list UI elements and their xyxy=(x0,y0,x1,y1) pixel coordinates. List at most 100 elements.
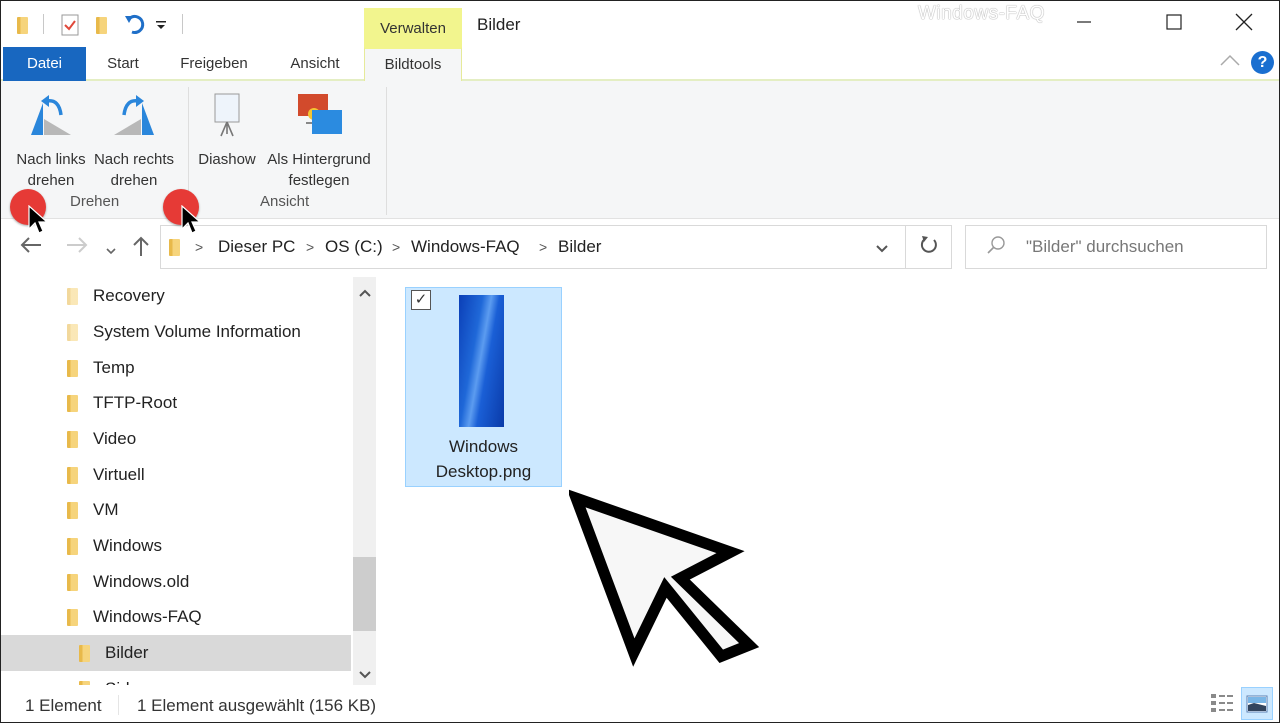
rotate-right-button[interactable]: Nach rechts drehen xyxy=(91,87,177,191)
nav-item-recovery[interactable]: Recovery xyxy=(1,278,351,314)
rotate-left-label-2: drehen xyxy=(27,172,75,189)
nav-item-label: Recovery xyxy=(93,286,165,305)
nav-item-virtuell[interactable]: Virtuell xyxy=(1,457,351,493)
address-history-chevron-icon[interactable] xyxy=(875,241,889,259)
folder-icon xyxy=(67,323,78,341)
folder-icon xyxy=(67,573,78,591)
properties-icon[interactable] xyxy=(61,13,79,37)
folder-icon xyxy=(67,466,78,484)
slideshow-button[interactable]: Diashow xyxy=(195,87,259,170)
nav-item-bilder[interactable]: Bilder xyxy=(1,635,351,671)
nav-item-label: Bilder xyxy=(105,643,149,662)
nav-item-label: TFTP-Root xyxy=(93,393,178,412)
nav-pane-scrollbar[interactable] xyxy=(353,277,376,685)
set-background-label-2: festlegen xyxy=(288,172,350,189)
slideshow-icon xyxy=(195,87,259,143)
nav-item-system-volume-information[interactable]: System Volume Information xyxy=(1,314,351,350)
up-arrow-icon[interactable] xyxy=(131,235,151,263)
refresh-button[interactable] xyxy=(906,225,952,269)
cursor-icon xyxy=(28,205,48,234)
group-label-drehen: Drehen xyxy=(70,193,120,210)
breadcrumb-separator: > xyxy=(539,239,548,255)
folder-icon xyxy=(17,13,28,37)
breadcrumb-separator: > xyxy=(392,239,401,255)
image-thumbnail xyxy=(459,295,504,427)
tab-datei[interactable]: Datei xyxy=(3,47,86,81)
folder-icon xyxy=(67,394,78,412)
nav-item-vm[interactable]: VM xyxy=(1,492,351,528)
qat-separator xyxy=(182,14,183,34)
selection-info: 1 Element ausgewählt (156 KB) xyxy=(137,696,377,715)
scroll-down-icon[interactable] xyxy=(358,667,372,685)
qat-separator xyxy=(43,14,44,34)
rotate-left-button[interactable]: Nach links drehen xyxy=(11,87,91,191)
tab-start[interactable]: Start xyxy=(91,47,155,81)
rotate-right-label-2: drehen xyxy=(110,172,158,189)
rotate-right-icon xyxy=(91,87,177,143)
folder-icon xyxy=(169,239,180,256)
scroll-up-icon[interactable] xyxy=(358,285,372,303)
window-title: Bilder xyxy=(477,15,521,34)
nav-item-label: Windows.old xyxy=(93,572,190,591)
search-icon xyxy=(986,235,1006,260)
nav-item-label: Virtuell xyxy=(93,465,145,484)
file-name: Windows Desktop.png xyxy=(406,434,561,484)
nav-item-windows-old[interactable]: Windows.old xyxy=(1,564,351,600)
nav-item-windows[interactable]: Windows xyxy=(1,528,351,564)
tab-bildtools[interactable]: Bildtools xyxy=(364,47,462,83)
nav-item-windows-faq[interactable]: Windows-FAQ xyxy=(1,599,351,635)
folder-icon xyxy=(79,644,90,662)
nav-item-temp[interactable]: Temp xyxy=(1,350,351,386)
search-placeholder: "Bilder" durchsuchen xyxy=(1026,237,1184,256)
group-separator xyxy=(386,87,387,215)
forward-arrow-icon[interactable] xyxy=(65,235,89,261)
chevron-up-icon[interactable] xyxy=(1219,53,1241,72)
help-icon[interactable]: ? xyxy=(1251,51,1274,74)
rotate-left-icon xyxy=(11,87,91,143)
close-button[interactable] xyxy=(1221,1,1267,47)
nav-item-label: VM xyxy=(93,500,119,519)
minimize-button[interactable] xyxy=(1061,1,1107,47)
title-bar: Verwalten Bilder Windows-FAQ xyxy=(1,1,1279,47)
nav-item-label: Windows xyxy=(93,536,162,555)
item-checkbox[interactable]: ✓ xyxy=(411,290,431,310)
customize-dropdown-icon[interactable] xyxy=(156,13,166,37)
nav-item-video[interactable]: Video xyxy=(1,421,351,457)
new-folder-icon[interactable] xyxy=(96,13,107,37)
address-bar[interactable]: > Dieser PC > OS (C:) > Windows-FAQ > Bi… xyxy=(160,225,906,269)
scrollbar-thumb[interactable] xyxy=(353,557,376,631)
breadcrumb-dieser-pc[interactable]: Dieser PC xyxy=(218,237,295,257)
breadcrumb-bilder[interactable]: Bilder xyxy=(558,237,601,257)
recent-locations-icon[interactable] xyxy=(105,239,117,262)
details-view-icon[interactable] xyxy=(1209,691,1235,720)
file-list: ✓ Windows Desktop.png xyxy=(379,277,1279,685)
tab-freigeben[interactable]: Freigeben xyxy=(169,47,259,81)
set-background-button[interactable]: Als Hintergrund festlegen xyxy=(261,87,377,191)
ribbon-tabs: Datei Start Freigeben Ansicht Bildtools … xyxy=(1,47,1279,83)
maximize-button[interactable] xyxy=(1151,1,1197,47)
breadcrumb-windows-faq[interactable]: Windows-FAQ xyxy=(411,237,520,257)
breadcrumb-os-c[interactable]: OS (C:) xyxy=(325,237,383,257)
file-name-line-2: Desktop.png xyxy=(435,462,532,481)
nav-item-tftp-root[interactable]: TFTP-Root xyxy=(1,385,351,421)
large-cursor-pointer-icon xyxy=(569,489,760,667)
search-box[interactable]: "Bilder" durchsuchen xyxy=(965,225,1267,269)
back-arrow-icon[interactable] xyxy=(19,235,43,261)
folder-icon xyxy=(67,501,78,519)
maximize-icon xyxy=(1166,13,1182,35)
status-separator xyxy=(118,695,119,715)
file-name-line-1: Windows xyxy=(449,437,518,456)
tab-ansicht[interactable]: Ansicht xyxy=(277,47,353,81)
breadcrumb-separator: > xyxy=(306,239,315,255)
file-item[interactable]: ✓ Windows Desktop.png xyxy=(405,287,562,487)
nav-item-label: Video xyxy=(93,429,137,448)
context-tab-header: Verwalten xyxy=(364,8,462,47)
nav-item-partial[interactable]: Sid... xyxy=(1,671,351,685)
watermark: Windows-FAQ xyxy=(918,3,1045,24)
minimize-icon xyxy=(1076,14,1092,35)
file-explorer-window: Verwalten Bilder Windows-FAQ Datei Start… xyxy=(0,0,1280,723)
undo-icon[interactable] xyxy=(123,13,147,37)
cursor-icon xyxy=(181,205,201,234)
folder-icon xyxy=(67,537,78,555)
large-icons-view-icon[interactable] xyxy=(1241,687,1273,720)
